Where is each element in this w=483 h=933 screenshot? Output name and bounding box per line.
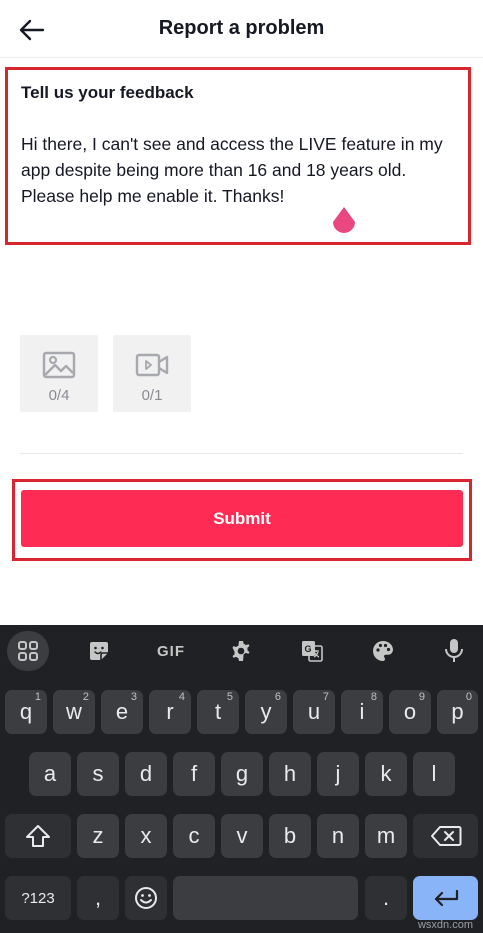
key-a[interactable]: a <box>29 752 71 796</box>
key-hint: 2 <box>82 691 89 703</box>
key-label: e <box>115 699 129 724</box>
key-e[interactable]: e3 <box>101 690 143 734</box>
key-hint: 6 <box>274 691 281 703</box>
photo-count: 0/4 <box>48 387 70 404</box>
key-f[interactable]: f <box>173 752 215 796</box>
settings-button[interactable] <box>219 633 263 669</box>
key-q[interactable]: q1 <box>5 690 47 734</box>
watermark: wsxdn.com <box>417 919 473 931</box>
add-video-button[interactable]: 0/1 <box>113 335 191 412</box>
space-key[interactable] <box>173 876 358 920</box>
key-r[interactable]: r4 <box>149 690 191 734</box>
sticker-button[interactable] <box>77 633 121 669</box>
key-hint: 5 <box>226 691 233 703</box>
key-u[interactable]: u7 <box>293 690 335 734</box>
key-hint: 0 <box>465 691 472 703</box>
palette-icon <box>373 641 393 661</box>
add-photo-button[interactable]: 0/4 <box>20 335 98 412</box>
key-hint: 1 <box>34 691 41 703</box>
emoji-key[interactable] <box>125 876 167 920</box>
key-label: w <box>66 699 82 724</box>
symbols-key[interactable]: ?123 <box>5 876 71 920</box>
key-k[interactable]: k <box>365 752 407 796</box>
header-bar: Report a problem <box>0 0 483 58</box>
image-icon <box>42 351 76 379</box>
key-label: u <box>307 699 321 724</box>
key-label: p <box>451 699 464 724</box>
sticker-icon <box>90 642 108 660</box>
shift-icon <box>26 825 50 847</box>
key-m[interactable]: m <box>365 814 407 858</box>
key-g[interactable]: g <box>221 752 263 796</box>
enter-key[interactable] <box>413 876 478 920</box>
key-label: y <box>260 699 272 724</box>
key-t[interactable]: t5 <box>197 690 239 734</box>
video-icon <box>135 353 169 377</box>
key-label: o <box>403 699 417 724</box>
gear-icon <box>232 641 250 661</box>
divider <box>20 453 463 454</box>
key-label: t <box>214 699 222 724</box>
keyboard-toolbar: GIF G <box>0 625 483 677</box>
translate-button[interactable]: G <box>290 633 334 669</box>
key-i[interactable]: i8 <box>341 690 383 734</box>
key-z[interactable]: z <box>77 814 119 858</box>
key-hint: 9 <box>418 691 425 703</box>
key-d[interactable]: d <box>125 752 167 796</box>
grid-icon <box>18 641 38 661</box>
key-l[interactable]: l <box>413 752 455 796</box>
key-s[interactable]: s <box>77 752 119 796</box>
key-c[interactable]: c <box>173 814 215 858</box>
feedback-field[interactable]: Tell us your feedback Hi there, I can't … <box>5 67 471 245</box>
microphone-icon <box>445 639 463 662</box>
translate-icon: G <box>302 641 323 662</box>
key-n[interactable]: n <box>317 814 359 858</box>
submit-button[interactable]: Submit <box>21 490 463 547</box>
key-h[interactable]: h <box>269 752 311 796</box>
key-v[interactable]: v <box>221 814 263 858</box>
backspace-icon <box>430 826 461 846</box>
key-x[interactable]: x <box>125 814 167 858</box>
page-title: Report a problem <box>158 17 325 39</box>
key-hint: 3 <box>130 691 137 703</box>
svg-text:G: G <box>305 644 312 654</box>
key-b[interactable]: b <box>269 814 311 858</box>
shift-key[interactable] <box>5 814 71 858</box>
key-o[interactable]: o9 <box>389 690 431 734</box>
gif-label: GIF <box>157 642 185 660</box>
key-p[interactable]: p0 <box>437 690 478 734</box>
comma-key[interactable]: , <box>77 876 119 920</box>
key-label: q <box>19 699 33 724</box>
feedback-text-input[interactable]: Hi there, I can't see and access the LIV… <box>21 131 461 209</box>
key-hint: 7 <box>322 691 329 703</box>
gif-button[interactable]: GIF <box>149 633 193 669</box>
key-j[interactable]: j <box>317 752 359 796</box>
key-label: i <box>359 699 365 724</box>
feedback-heading: Tell us your feedback <box>21 83 194 102</box>
text-cursor-handle-icon[interactable] <box>331 207 357 237</box>
on-screen-keyboard: GIF G q 1 w 2 e 3 r 4 t 5 y 6 u 7 i 8 o … <box>0 625 483 933</box>
period-key[interactable]: . <box>365 876 407 920</box>
voice-input-button[interactable] <box>432 633 476 669</box>
key-y[interactable]: y6 <box>245 690 287 734</box>
video-count: 0/1 <box>141 387 163 404</box>
key-label: r <box>166 699 174 724</box>
enter-arrow-icon <box>434 889 458 907</box>
key-w[interactable]: w2 <box>53 690 95 734</box>
backspace-key[interactable] <box>413 814 478 858</box>
theme-button[interactable] <box>361 633 405 669</box>
apps-grid-button[interactable] <box>7 631 49 671</box>
key-hint: 8 <box>370 691 377 703</box>
key-hint: 4 <box>178 691 185 703</box>
emoji-icon <box>135 887 157 909</box>
